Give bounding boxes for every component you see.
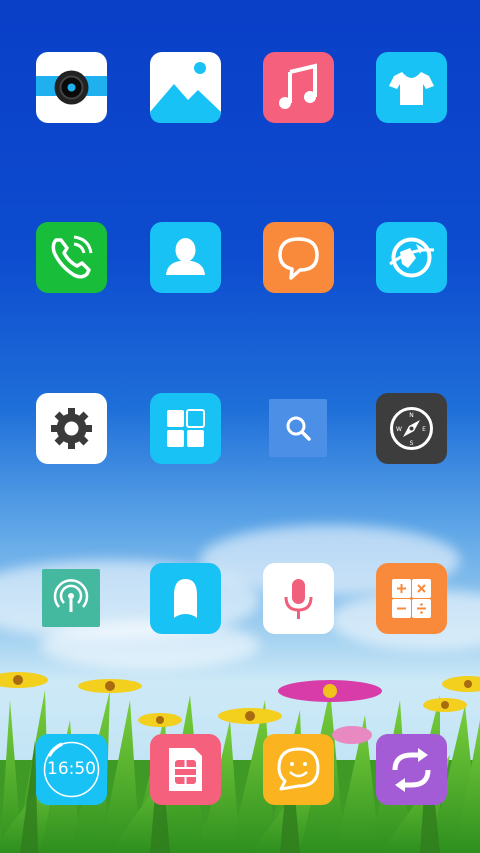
- sim-toolkit-app[interactable]: [150, 734, 221, 805]
- smiley-bubble-icon: [277, 747, 320, 791]
- phone-app[interactable]: [36, 222, 107, 293]
- sim-card-icon: [169, 748, 202, 791]
- calculator-icon: [392, 579, 431, 618]
- svg-text:N: N: [409, 412, 414, 419]
- contact-person-icon: [166, 238, 205, 275]
- account-head-icon: [174, 579, 197, 618]
- clock-app[interactable]: 16:50: [36, 734, 107, 805]
- settings-app[interactable]: [36, 393, 107, 464]
- chat-bubble-icon: [278, 237, 319, 280]
- theme-app[interactable]: [376, 52, 447, 123]
- account-app[interactable]: [150, 563, 221, 634]
- magnifier-icon: [286, 416, 311, 441]
- messages-app[interactable]: [263, 222, 334, 293]
- search-app[interactable]: [269, 399, 327, 457]
- phone-icon: [51, 235, 93, 279]
- camera-icon: [36, 70, 107, 105]
- compass-icon: N S W E: [390, 407, 433, 450]
- microphone-icon: [284, 579, 313, 619]
- chat-app[interactable]: [263, 734, 334, 805]
- tools-app[interactable]: [150, 393, 221, 464]
- recorder-app[interactable]: [263, 563, 334, 634]
- camera-app[interactable]: [36, 52, 107, 123]
- app-grid: N S W E 16:50: [0, 0, 480, 853]
- globe-icon: [389, 237, 435, 278]
- wireless-app[interactable]: [42, 569, 100, 627]
- signal-icon: [53, 579, 89, 612]
- svg-text:E: E: [422, 426, 426, 433]
- calculator-app[interactable]: [376, 563, 447, 634]
- svg-text:S: S: [410, 440, 414, 447]
- browser-app[interactable]: [376, 222, 447, 293]
- gear-icon: [51, 408, 92, 449]
- grid-tiles-icon: [167, 409, 205, 447]
- svg-text:W: W: [396, 426, 402, 433]
- compass-app[interactable]: N S W E: [376, 393, 447, 464]
- sync-app[interactable]: [376, 734, 447, 805]
- contacts-app[interactable]: [150, 222, 221, 293]
- gallery-app[interactable]: [150, 52, 221, 123]
- tshirt-icon: [389, 72, 434, 105]
- home-screen: N S W E 16:50: [0, 0, 480, 853]
- clock-time-label: 16:50: [47, 759, 96, 779]
- music-note-icon: [279, 63, 317, 109]
- music-app[interactable]: [263, 52, 334, 123]
- refresh-arrows-icon: [392, 748, 431, 792]
- gallery-icon: [150, 62, 221, 123]
